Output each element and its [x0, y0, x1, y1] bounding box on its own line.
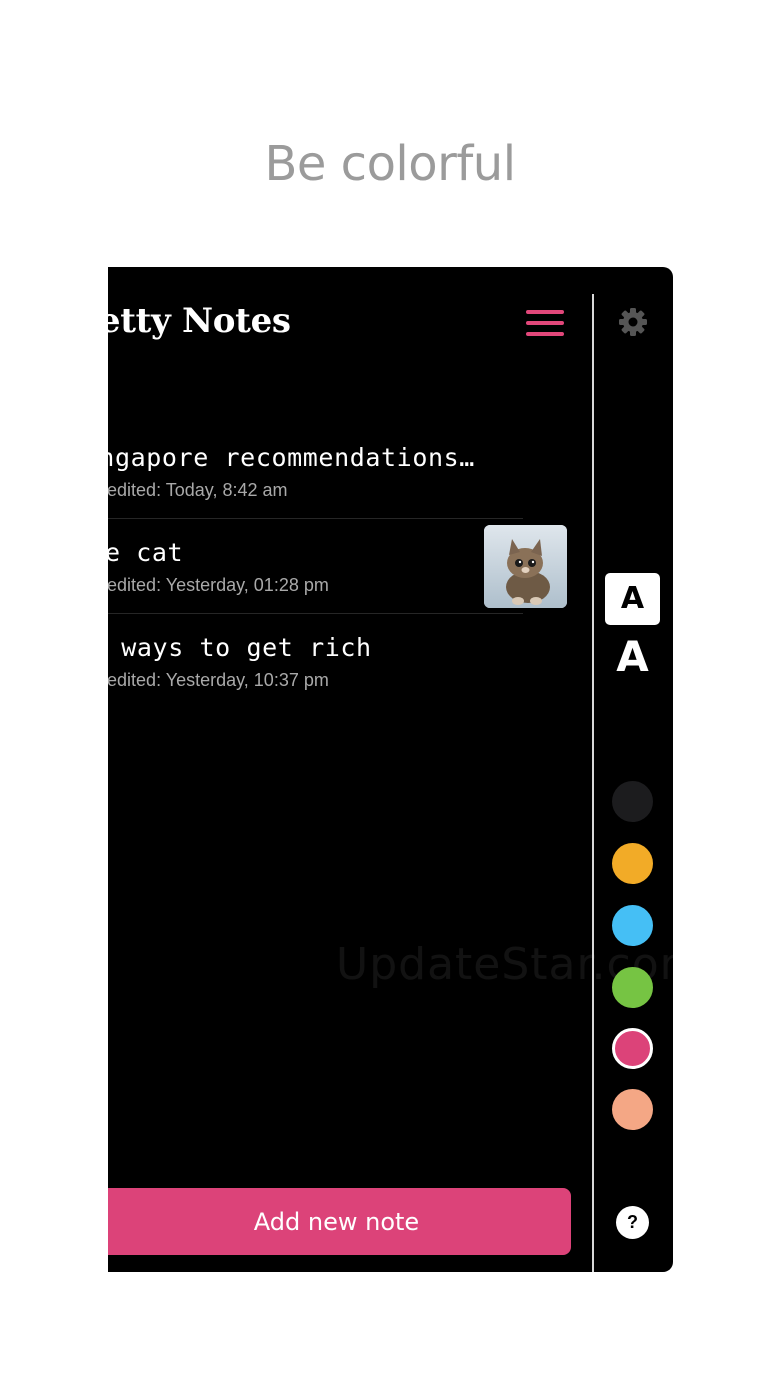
- note-title: Cute cat: [108, 538, 184, 567]
- color-swatch[interactable]: [612, 843, 653, 884]
- add-new-note-button[interactable]: Add new note: [108, 1188, 571, 1255]
- divider: [108, 518, 523, 519]
- color-swatch[interactable]: [612, 1089, 653, 1130]
- color-swatch[interactable]: [612, 781, 653, 822]
- font-option-large[interactable]: A: [605, 631, 660, 683]
- note-item[interactable]: 1000 ways to get rich Last edited: Yeste…: [108, 633, 523, 691]
- app-screen: Pretty Notes Singapore recommendations… …: [108, 267, 673, 1272]
- font-option-small[interactable]: A: [605, 573, 660, 625]
- color-swatch[interactable]: [612, 967, 653, 1008]
- note-item[interactable]: Singapore recommendations… Last edited: …: [108, 443, 523, 501]
- settings-sidebar: A A ?: [594, 267, 673, 1272]
- headline: Be colorful: [264, 136, 516, 192]
- note-title: 1000 ways to get rich: [108, 633, 372, 662]
- color-swatch[interactable]: [612, 1028, 653, 1069]
- hamburger-menu-icon[interactable]: [526, 310, 564, 336]
- note-last-edited: Last edited: Yesterday, 10:37 pm: [108, 670, 329, 690]
- notes-panel: Pretty Notes Singapore recommendations… …: [108, 267, 592, 1272]
- note-item[interactable]: Cute cat Last edited: Yesterday, 01:28 p…: [108, 538, 523, 596]
- gear-icon[interactable]: [616, 305, 650, 339]
- divider: [108, 613, 523, 614]
- note-last-edited: Last edited: Yesterday, 01:28 pm: [108, 575, 329, 595]
- color-swatch[interactable]: [612, 905, 653, 946]
- question-icon[interactable]: ?: [616, 1206, 649, 1239]
- note-title: Singapore recommendations…: [108, 443, 475, 472]
- note-last-edited: Last edited: Today, 8:42 am: [108, 480, 288, 500]
- app-title: Pretty Notes: [108, 301, 291, 341]
- cat-thumbnail-image: [484, 525, 567, 608]
